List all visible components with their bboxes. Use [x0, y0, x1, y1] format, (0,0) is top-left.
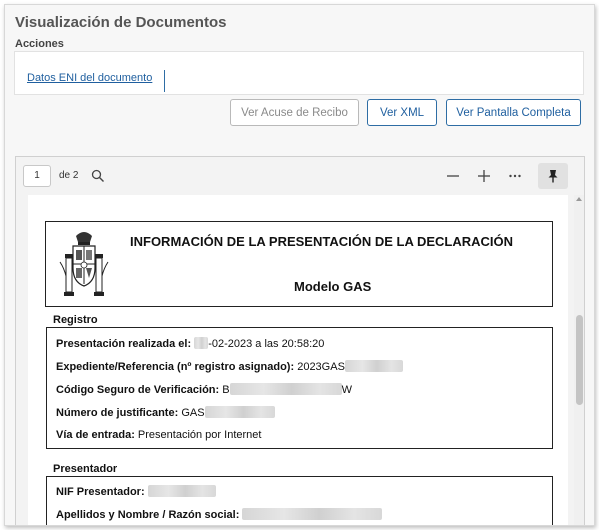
minus-icon[interactable]	[443, 166, 463, 186]
pdf-scrollbar[interactable]	[574, 195, 584, 525]
search-icon[interactable]	[88, 166, 108, 186]
field-label: Código Seguro de Verificación:	[56, 384, 220, 396]
field-value: 2023GAS	[297, 361, 345, 373]
redacted-value	[229, 383, 342, 395]
view-xml-button[interactable]: Ver XML	[367, 99, 437, 126]
pin-icon[interactable]	[538, 163, 568, 189]
document-title: INFORMACIÓN DE LA PRESENTACIÓN DE LA DEC…	[130, 234, 514, 249]
document-viewer-window: Visualización de Documentos Acciones Dat…	[4, 4, 595, 526]
scroll-up-arrow-icon[interactable]	[576, 197, 582, 201]
page-title: Visualización de Documentos	[15, 14, 227, 31]
pdf-toolbar: 1 de 2	[16, 157, 584, 194]
registro-row-date: Presentación realizada el: -02-2023 a la…	[56, 337, 324, 350]
field-value: W	[341, 384, 352, 396]
fullscreen-button[interactable]: Ver Pantalla Completa	[446, 99, 581, 126]
view-receipt-button[interactable]: Ver Acuse de Recibo	[230, 99, 359, 126]
document-model: Modelo GAS	[294, 279, 372, 294]
field-value: Presentación por Internet	[137, 429, 262, 441]
presentador-row-nif: NIF Presentador:	[56, 485, 216, 498]
field-label: Expediente/Referencia (nº registro asign…	[56, 361, 295, 373]
redacted-value	[194, 337, 209, 349]
presentador-label: Presentador	[53, 463, 118, 475]
field-label: NIF Presentador:	[56, 486, 145, 498]
field-label: Presentación realizada el:	[56, 338, 192, 350]
document-header: INFORMACIÓN DE LA PRESENTACIÓN DE LA DEC…	[45, 221, 553, 307]
pdf-page: INFORMACIÓN DE LA PRESENTACIÓN DE LA DEC…	[28, 195, 568, 525]
registro-row-justificante: Número de justificante: GAS	[56, 406, 275, 419]
plus-icon[interactable]	[474, 166, 494, 186]
registro-row-csv: Código Seguro de Verificación: B W	[56, 383, 352, 396]
actions-panel: Datos ENI del documento	[14, 51, 584, 95]
pdf-viewer: 1 de 2 INFORMACIÓN DE LA PRESENTACIÓN DE…	[15, 156, 585, 525]
eni-data-link[interactable]: Datos ENI del documento	[27, 72, 152, 84]
more-icon[interactable]	[505, 166, 525, 186]
redacted-value	[147, 485, 216, 497]
field-label: Apellidos y Nombre / Razón social:	[56, 509, 240, 521]
field-value: B	[222, 384, 230, 396]
presentador-row-name: Apellidos y Nombre / Razón social:	[56, 508, 383, 521]
field-value: GAS	[181, 407, 205, 419]
page-count-label: de 2	[59, 170, 79, 181]
actions-label: Acciones	[15, 38, 64, 50]
registro-row-via: Vía de entrada: Presentación por Interne…	[56, 429, 261, 441]
field-label: Número de justificante:	[56, 407, 179, 419]
redacted-value	[204, 406, 275, 418]
coat-of-arms-logo	[59, 232, 109, 296]
actions-divider	[164, 70, 165, 92]
field-value: -02-2023 a las 20:58:20	[208, 338, 325, 350]
scroll-thumb[interactable]	[576, 315, 583, 405]
registro-row-reference: Expediente/Referencia (nº registro asign…	[56, 360, 403, 373]
field-label: Vía de entrada:	[56, 429, 135, 441]
redacted-value	[344, 360, 403, 372]
redacted-value	[242, 508, 383, 520]
page-number-input[interactable]: 1	[23, 165, 51, 187]
registro-label: Registro	[53, 314, 98, 326]
